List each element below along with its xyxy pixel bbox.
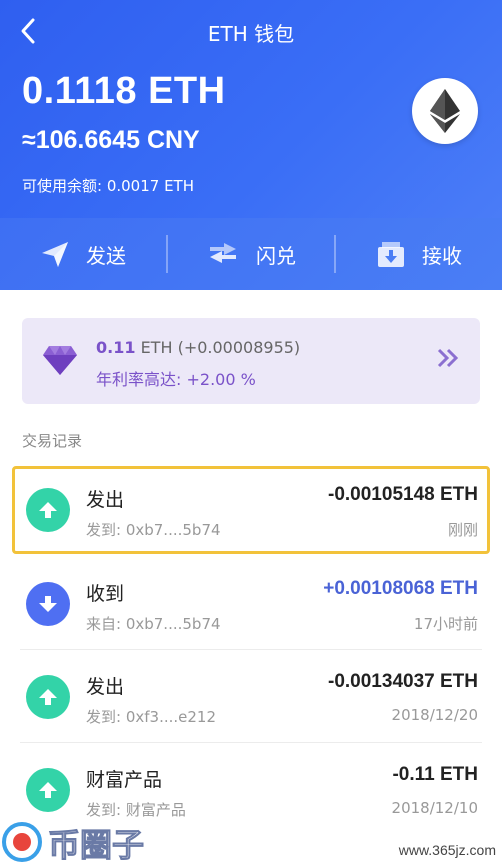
promo-rate: 年利率高达: +2.00 %	[96, 370, 256, 389]
swap-label: 闪兑	[256, 243, 296, 268]
transaction-type: 发出	[86, 489, 125, 511]
page-title: ETH 钱包	[207, 22, 295, 46]
watermark-logo: 币圈子	[0, 814, 150, 867]
double-chevron-right-icon	[437, 348, 459, 368]
received-arrow-icon	[26, 582, 70, 626]
sent-arrow-icon	[26, 488, 70, 532]
promo-amount-value: 0.11	[96, 338, 136, 357]
watermark-url: www.365jz.com	[398, 842, 496, 858]
transaction-time: 刚刚	[447, 521, 478, 539]
wealth-product-card[interactable]: 0.11 ETH (+0.00008955) 年利率高达: +2.00 %	[22, 318, 480, 404]
action-bar: 发送 闪兑 接收	[0, 218, 502, 290]
transaction-row[interactable]: 收到 来自: 0xb7....5b74 +0.00108068 ETH 17小时…	[0, 558, 502, 650]
available-balance: 可使用余额: 0.0017 ETH	[22, 177, 194, 195]
ethereum-logo-icon	[412, 78, 478, 144]
transaction-amount: +0.00108068 ETH	[323, 578, 478, 599]
transaction-row[interactable]: 发出 发到: 0xb7....5b74 -0.00105148 ETH 刚刚	[0, 464, 502, 556]
transaction-address: 发到: 0xb7....5b74	[86, 521, 221, 539]
transaction-address: 来自: 0xb7....5b74	[86, 615, 221, 633]
transaction-amount: -0.11 ETH	[392, 764, 478, 785]
row-divider	[20, 742, 482, 743]
transaction-address: 发到: 0xf3....e212	[86, 708, 216, 726]
promo-amount: 0.11 ETH (+0.00008955)	[96, 338, 300, 357]
promo-amount-detail: ETH (+0.00008955)	[135, 338, 301, 357]
transaction-row[interactable]: 发出 发到: 0xf3....e212 -0.00134037 ETH 2018…	[0, 651, 502, 743]
send-button[interactable]: 发送	[0, 218, 166, 290]
cny-balance: ≈106.6645 CNY	[22, 126, 200, 154]
transaction-type: 收到	[86, 583, 125, 605]
row-divider	[20, 649, 482, 650]
transaction-time: 2018/12/20	[391, 706, 478, 724]
receive-button[interactable]: 接收	[336, 218, 502, 290]
wallet-header: ETH 钱包 0.1118 ETH ≈106.6645 CNY 可使用余额: 0…	[0, 0, 502, 218]
receive-label: 接收	[422, 243, 462, 268]
transaction-time: 17小时前	[413, 615, 478, 633]
diamond-icon	[43, 346, 77, 375]
transaction-amount: -0.00105148 ETH	[328, 484, 478, 505]
swap-icon	[210, 243, 236, 263]
transaction-type: 发出	[86, 676, 125, 698]
eth-balance: 0.1118 ETH	[22, 70, 226, 112]
swap-button[interactable]: 闪兑	[168, 218, 334, 290]
transaction-amount: -0.00134037 ETH	[328, 671, 478, 692]
sent-arrow-icon	[26, 675, 70, 719]
send-label: 发送	[86, 243, 126, 268]
sent-arrow-icon	[26, 768, 70, 812]
transaction-time: 2018/12/10	[391, 799, 478, 817]
section-title: 交易记录	[22, 432, 83, 450]
watermark-logo-text: 币圈子	[47, 826, 145, 865]
send-icon	[42, 242, 68, 267]
transaction-type: 财富产品	[86, 769, 163, 791]
receive-icon	[378, 242, 404, 267]
